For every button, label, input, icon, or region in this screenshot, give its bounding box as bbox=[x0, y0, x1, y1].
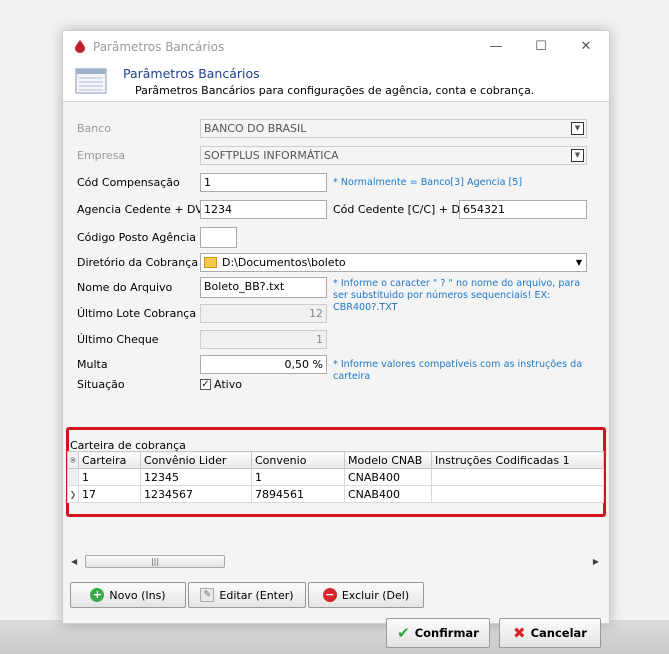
empresa-select[interactable]: SOFTPLUS INFORMÁTICA ▼ bbox=[200, 146, 587, 165]
minimize-button[interactable]: — bbox=[481, 35, 511, 59]
cod-cedente-label: Cód Cedente [C/C] + DV bbox=[333, 203, 468, 216]
column-header-convenio[interactable]: Convenio bbox=[251, 451, 345, 469]
novo-button-label: Novo (Ins) bbox=[109, 588, 166, 602]
scroll-left-icon[interactable]: ◀ bbox=[71, 557, 77, 566]
cancelar-button-label: Cancelar bbox=[530, 626, 587, 640]
agencia-input[interactable]: 1234 bbox=[200, 200, 327, 219]
empresa-label: Empresa bbox=[77, 149, 126, 162]
plus-icon: + bbox=[90, 588, 105, 602]
title-bar: Parâmetros Bancários — ☐ ✕ bbox=[63, 31, 609, 63]
cod-cedente-input[interactable]: 654321 bbox=[459, 200, 587, 219]
posto-input[interactable] bbox=[200, 227, 237, 248]
banco-label: Banco bbox=[77, 122, 112, 135]
column-header-instrucoes[interactable]: Instruções Codificadas 1 bbox=[431, 451, 604, 469]
diretorio-value: D:\Documentos\boleto bbox=[222, 256, 346, 269]
cod-compensacao-input[interactable]: 1 bbox=[200, 173, 327, 192]
dialog-header: Parâmetros Bancários Parâmetros Bancário… bbox=[63, 63, 609, 102]
header-subtitle: Parâmetros Bancários para configurações … bbox=[135, 84, 535, 97]
arquivo-input[interactable]: Boleto_BB?.txt bbox=[200, 277, 327, 298]
chevron-down-icon[interactable]: ▼ bbox=[571, 122, 584, 135]
novo-button[interactable]: + Novo (Ins) bbox=[70, 582, 186, 608]
form-body: Banco BANCO DO BRASIL ▼ Empresa SOFTPLUS… bbox=[63, 102, 609, 648]
check-icon: ✔ bbox=[397, 624, 410, 642]
app-drop-icon bbox=[75, 40, 85, 53]
cell-instrucoes[interactable] bbox=[431, 485, 604, 503]
excluir-button-label: Excluir (Del) bbox=[341, 588, 410, 602]
minus-circle-icon: − bbox=[322, 588, 337, 602]
row-indicator bbox=[67, 468, 79, 486]
carteira-grid: ※ Carteira Convênio Lider Convenio Model… bbox=[67, 451, 604, 503]
cell-instrucoes[interactable] bbox=[431, 468, 604, 486]
chevron-down-icon[interactable]: ▼ bbox=[576, 254, 582, 271]
grid-indicator-header: ※ bbox=[67, 451, 79, 469]
banco-select[interactable]: BANCO DO BRASIL ▼ bbox=[200, 119, 587, 138]
horizontal-scrollbar[interactable]: ◀ ||| ▶ bbox=[69, 553, 605, 571]
situacao-label: Situação bbox=[77, 378, 125, 391]
lote-label: Último Lote Cobrança bbox=[77, 307, 197, 320]
empresa-value: SOFTPLUS INFORMÁTICA bbox=[204, 149, 339, 162]
ativo-label: Ativo bbox=[214, 378, 242, 391]
multa-label: Multa bbox=[77, 358, 108, 371]
window-title: Parâmetros Bancários bbox=[93, 40, 225, 54]
arquivo-hint: * Informe o caracter " ? " no nome do ar… bbox=[333, 278, 581, 313]
multa-hint: * Informe valores compatíveis com as ins… bbox=[333, 359, 583, 382]
arquivo-label: Nome do Arquivo bbox=[77, 281, 173, 294]
diretorio-label: Diretório da Cobrança bbox=[77, 256, 199, 269]
cancelar-button[interactable]: ✖ Cancelar bbox=[499, 618, 601, 648]
cell-modelo-cnab[interactable]: CNAB400 bbox=[344, 468, 432, 486]
cod-compensacao-hint: * Normalmente = Banco[3] Agencia [5] bbox=[333, 177, 523, 188]
row-indicator: ❯ bbox=[67, 485, 79, 503]
cell-carteira[interactable]: 1 bbox=[78, 468, 141, 486]
scroll-thumb[interactable]: ||| bbox=[85, 555, 225, 568]
cheque-label: Último Cheque bbox=[77, 333, 159, 346]
multa-input[interactable]: 0,50 % bbox=[200, 355, 327, 374]
parametros-bancarios-window: Parâmetros Bancários — ☐ ✕ Parâmetros Ba… bbox=[62, 30, 610, 648]
diretorio-picker[interactable]: D:\Documentos\boleto ▼ bbox=[200, 253, 587, 272]
table-row[interactable]: ❯ 17 1234567 7894561 CNAB400 bbox=[67, 485, 604, 503]
confirmar-button[interactable]: ✔ Confirmar bbox=[386, 618, 490, 648]
close-icon: ✖ bbox=[513, 624, 526, 642]
scroll-right-icon[interactable]: ▶ bbox=[593, 557, 599, 566]
edit-icon: ✎ bbox=[200, 588, 215, 602]
cell-carteira[interactable]: 17 bbox=[78, 485, 141, 503]
cell-convenio-lider[interactable]: 12345 bbox=[140, 468, 252, 486]
ativo-checkbox[interactable]: ✓ bbox=[200, 379, 211, 390]
header-title: Parâmetros Bancários bbox=[123, 66, 260, 81]
cheque-input[interactable]: 1 bbox=[200, 330, 327, 349]
table-row[interactable]: 1 12345 1 CNAB400 bbox=[67, 468, 604, 486]
editar-button-label: Editar (Enter) bbox=[219, 588, 294, 602]
grid-header-row: ※ Carteira Convênio Lider Convenio Model… bbox=[67, 451, 604, 469]
column-header-carteira[interactable]: Carteira bbox=[78, 451, 141, 469]
maximize-button[interactable]: ☐ bbox=[526, 35, 556, 59]
editar-button[interactable]: ✎ Editar (Enter) bbox=[188, 582, 306, 608]
form-table-icon bbox=[75, 68, 107, 94]
posto-label: Código Posto Agência bbox=[77, 231, 196, 244]
lote-input[interactable]: 12 bbox=[200, 304, 327, 323]
cell-convenio-lider[interactable]: 1234567 bbox=[140, 485, 252, 503]
cell-convenio[interactable]: 1 bbox=[251, 468, 345, 486]
close-button[interactable]: ✕ bbox=[571, 35, 601, 59]
column-header-modelo-cnab[interactable]: Modelo CNAB bbox=[344, 451, 432, 469]
column-header-convenio-lider[interactable]: Convênio Lider bbox=[140, 451, 252, 469]
confirmar-button-label: Confirmar bbox=[414, 626, 479, 640]
cod-compensacao-label: Cód Compensação bbox=[77, 176, 180, 189]
folder-icon bbox=[204, 257, 217, 268]
excluir-button[interactable]: − Excluir (Del) bbox=[308, 582, 424, 608]
chevron-down-icon[interactable]: ▼ bbox=[571, 149, 584, 162]
cell-modelo-cnab[interactable]: CNAB400 bbox=[344, 485, 432, 503]
cell-convenio[interactable]: 7894561 bbox=[251, 485, 345, 503]
agencia-label: Agencia Cedente + DV bbox=[77, 203, 203, 216]
banco-value: BANCO DO BRASIL bbox=[204, 122, 307, 135]
